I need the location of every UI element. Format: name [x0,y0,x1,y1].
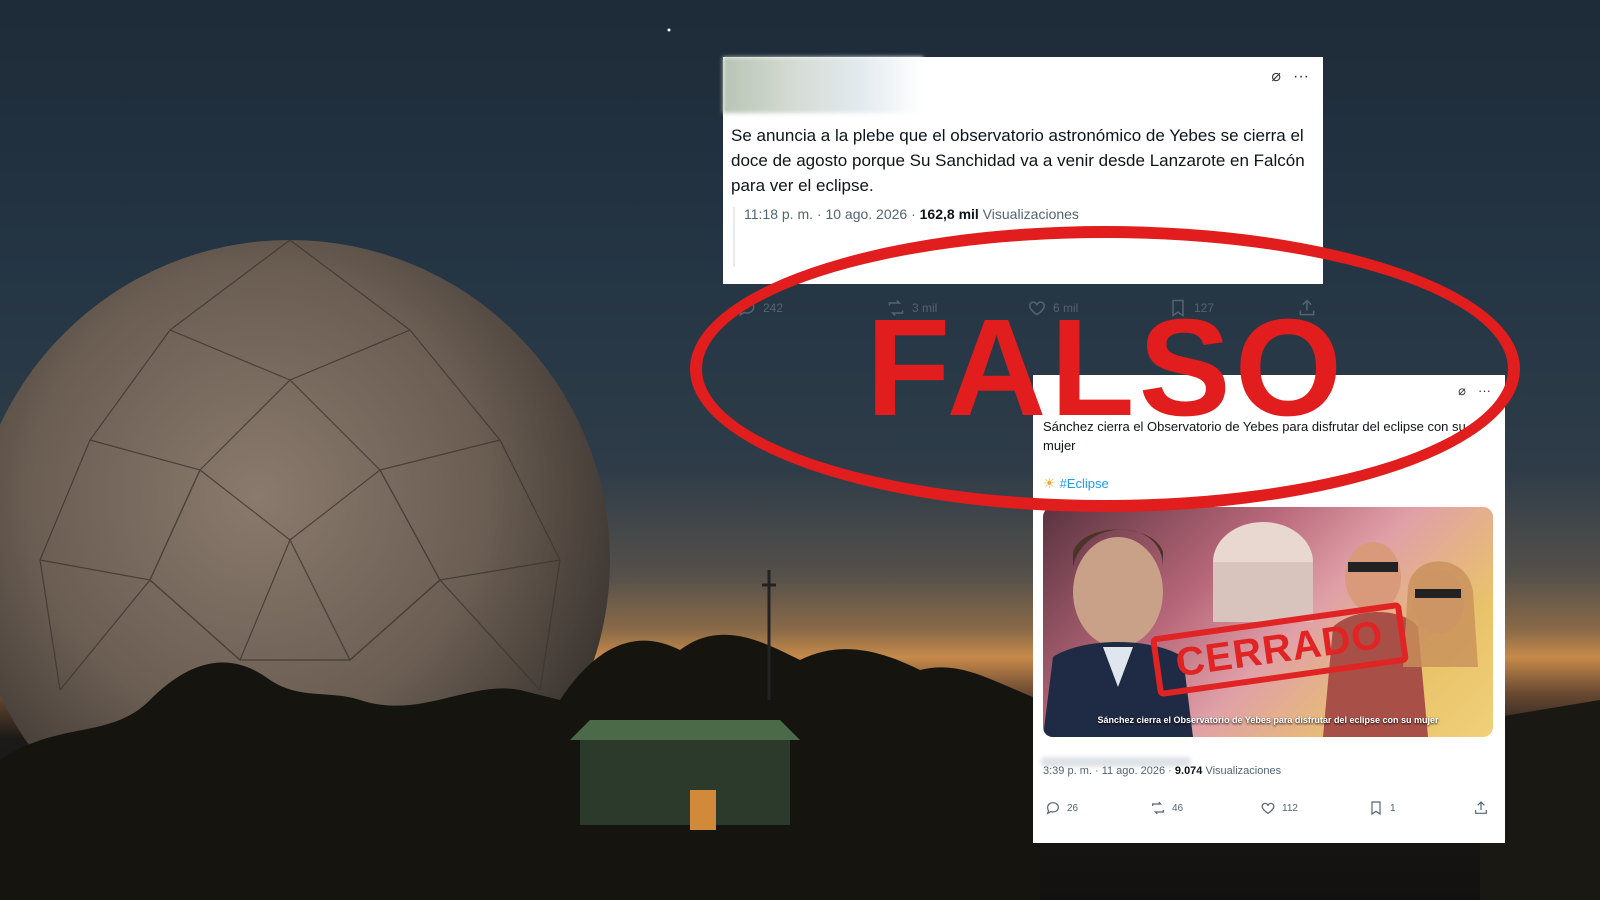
repost-button[interactable]: 46 [1150,800,1183,816]
tweet-top-icons: ⌀ ··· [1271,69,1309,85]
like-button[interactable]: 112 [1260,800,1298,816]
tweet-meta: 3:39 p. m. · 11 ago. 2026 · 9.074 Visual… [1043,765,1281,777]
tweet-meta: 11:18 p. m. · 10 ago. 2026 · 162,8 mil V… [744,206,1079,222]
like-icon [1261,802,1275,815]
views-count: 162,8 mil [919,206,979,222]
reply-icon [1046,802,1059,815]
tweet-time[interactable]: 3:39 p. m. · 11 ago. 2026 · [1043,765,1175,777]
repost-icon [1152,801,1164,815]
views-label: Visualizaciones [978,206,1079,222]
reply-count: 26 [1067,802,1079,814]
blurred-user-info [723,57,923,113]
tweet-media-image[interactable]: CERRADO Sánchez cierra el Observatorio d… [1043,507,1493,737]
bookmark-icon [1371,801,1381,816]
views-count: 9.074 [1174,765,1203,777]
share-icon [1475,801,1487,814]
tweet-text: Se anuncia a la plebe que el observatori… [731,126,1305,195]
bookmark-button[interactable]: 1 [1368,800,1396,816]
like-count: 112 [1282,802,1298,814]
reply-button[interactable]: 26 [1045,800,1078,816]
bookmark-count: 1 [1390,802,1396,814]
repost-count: 46 [1172,802,1184,814]
views-label: Visualizaciones [1202,765,1282,777]
building [580,735,790,825]
verdict-label: FALSO [866,291,1347,445]
media-caption: Sánchez cierra el Observatorio de Yebes … [1097,715,1439,725]
share-button[interactable] [1473,800,1489,816]
more-icon[interactable]: ··· [1293,69,1309,85]
grok-icon[interactable]: ⌀ [1271,69,1281,85]
thread-line [733,207,735,267]
tweet-time[interactable]: 11:18 p. m. · 10 ago. 2026 · [744,206,920,222]
